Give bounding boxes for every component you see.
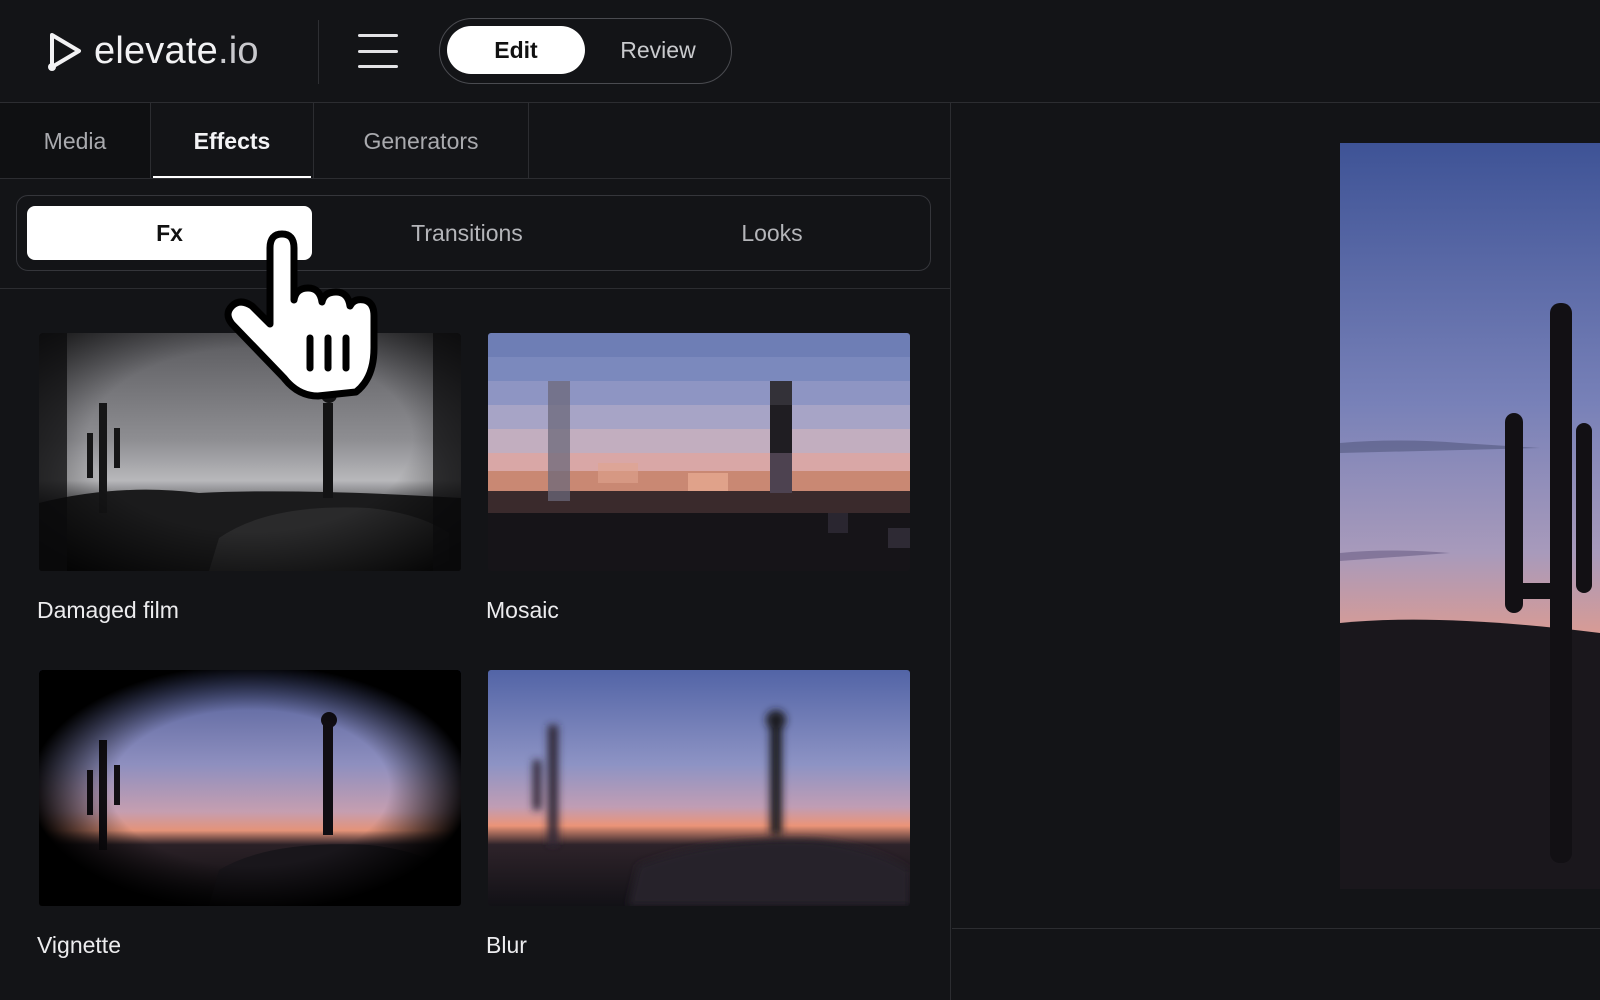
subtab-transitions[interactable]: Transitions — [317, 206, 617, 260]
subtabs-divider — [0, 288, 951, 289]
mode-toggle: Edit Review — [439, 18, 732, 84]
tabs-divider — [0, 178, 951, 179]
logo-name: elevate — [94, 29, 218, 72]
panel-tabs: Media Effects Generators — [0, 103, 529, 179]
effect-label: Vignette — [37, 932, 121, 958]
effect-label: Mosaic — [486, 597, 559, 623]
logo-tld: .io — [217, 29, 259, 72]
effect-card-damaged-film[interactable]: Damaged film — [37, 333, 461, 623]
tab-generators[interactable]: Generators — [314, 103, 529, 179]
video-preview[interactable] — [1340, 143, 1600, 889]
app-logo[interactable]: elevate.io — [46, 28, 259, 74]
hamburger-menu-icon[interactable] — [356, 31, 400, 71]
tab-media[interactable]: Media — [0, 103, 151, 179]
effects-panel: Media Effects Generators Fx Transitions … — [0, 103, 951, 1000]
subtab-looks[interactable]: Looks — [622, 206, 922, 260]
effect-card-blur[interactable]: Blur — [486, 670, 910, 958]
top-bar: elevate.io Edit Review — [0, 0, 1600, 103]
effect-card-vignette[interactable]: Vignette — [37, 670, 461, 958]
effect-thumbnail — [488, 670, 910, 906]
edit-mode-button[interactable]: Edit — [447, 26, 585, 74]
effect-category-switcher: Fx Transitions Looks — [16, 195, 931, 271]
effect-thumbnail — [488, 333, 910, 571]
effect-card-mosaic[interactable]: Mosaic — [486, 333, 910, 623]
tab-effects[interactable]: Effects — [151, 103, 314, 179]
header-divider — [318, 20, 319, 84]
subtab-fx[interactable]: Fx — [27, 206, 312, 260]
preview-divider — [952, 928, 1600, 929]
effect-thumbnail — [39, 333, 461, 571]
effect-label: Blur — [486, 932, 527, 958]
logo-wordmark: elevate.io — [94, 30, 259, 73]
review-mode-button[interactable]: Review — [590, 26, 726, 74]
effect-thumbnail — [39, 670, 461, 906]
effect-label: Damaged film — [37, 597, 179, 623]
play-triangle-logo-icon — [48, 33, 81, 71]
